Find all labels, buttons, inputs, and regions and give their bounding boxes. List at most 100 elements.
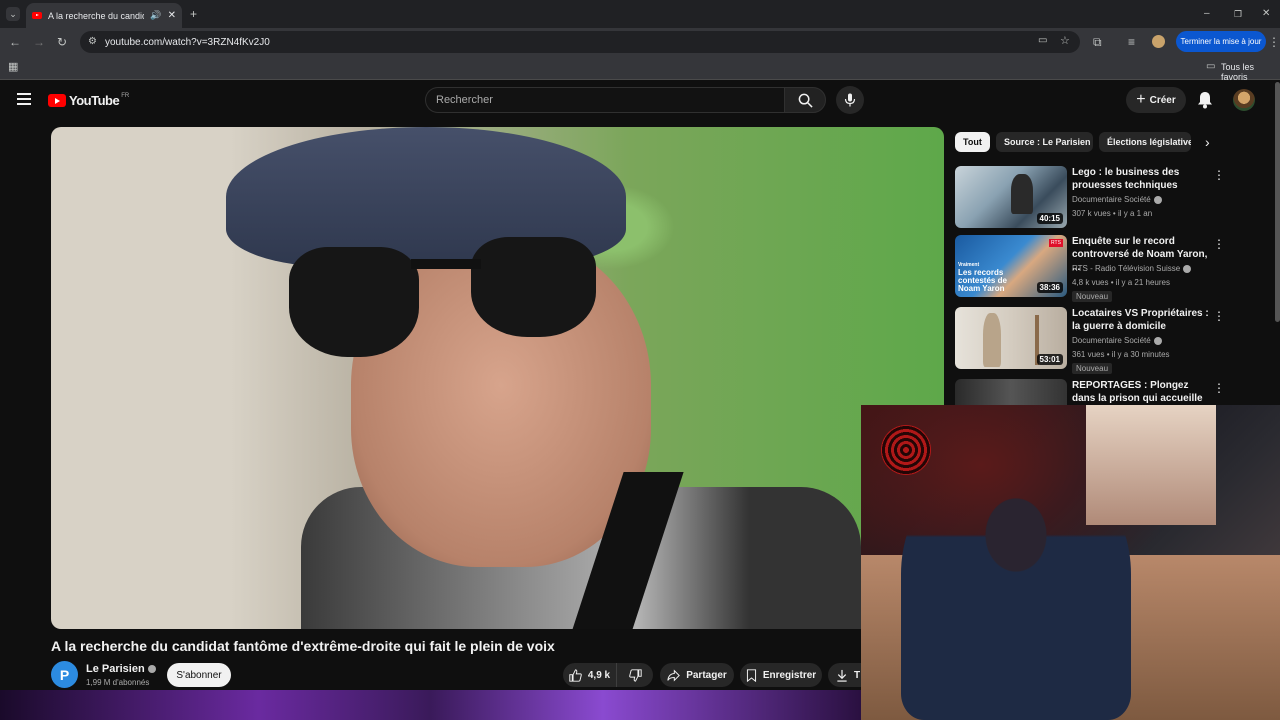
- webcam-overlay: [861, 405, 1280, 720]
- recommendation-channel[interactable]: RTS - Radio Télévision Suisse: [1072, 264, 1192, 273]
- verified-icon: [1183, 264, 1192, 273]
- thumbnail-shape: [983, 313, 1001, 367]
- youtube-logo-text: YouTube: [69, 93, 120, 108]
- recommendation-title[interactable]: Lego : le business des prouesses techniq…: [1072, 166, 1212, 192]
- youtube-logo[interactable]: YouTube FR: [48, 93, 129, 108]
- recommendation-title[interactable]: Locataires VS Propriétaires : la guerre …: [1072, 307, 1212, 333]
- channel-name: Documentaire Société: [1072, 336, 1151, 345]
- extensions-icon[interactable]: ⧉: [1093, 36, 1102, 48]
- thumbnail-text: Les records contestés de Noam Yaron: [958, 268, 1007, 293]
- save-button[interactable]: Enregistrer: [740, 663, 822, 687]
- bookmark-icon: [746, 668, 756, 682]
- media-controls-icon[interactable]: ≡: [1128, 36, 1135, 48]
- search-input[interactable]: Rechercher: [425, 87, 784, 113]
- apps-grid-icon[interactable]: ▦: [8, 61, 18, 73]
- reload-icon[interactable]: ↻: [57, 36, 67, 48]
- video-thumbnail[interactable]: 53:01: [955, 307, 1067, 369]
- window-close-icon[interactable]: ✕: [1262, 8, 1270, 20]
- maximize-icon[interactable]: ❐: [1234, 8, 1242, 20]
- install-app-icon[interactable]: ▭: [1038, 35, 1047, 46]
- bookmark-star-icon[interactable]: ☆: [1060, 34, 1070, 47]
- recommendation-channel[interactable]: Documentaire Société: [1072, 336, 1162, 345]
- recommendation-item[interactable]: REPORTAGES : Plongez dans la prison qui …: [955, 379, 1275, 405]
- minimize-icon[interactable]: –: [1204, 8, 1210, 20]
- youtube-favicon-icon: [32, 12, 42, 19]
- hamburger-menu-icon[interactable]: [17, 93, 31, 105]
- video-thumbnail[interactable]: [955, 379, 1067, 405]
- page-scrollbar[interactable]: [1275, 82, 1280, 322]
- new-badge: Nouveau: [1072, 363, 1113, 374]
- create-button[interactable]: + Créer: [1126, 87, 1186, 113]
- browser-menu-icon[interactable]: ⋮: [1268, 36, 1280, 48]
- bell-icon: [1198, 92, 1212, 109]
- recommendation-item[interactable]: 40:15 Lego : le business des prouesses t…: [955, 166, 1275, 228]
- bookmarks-bar: ▦ ▭ Tous les favoris: [0, 55, 1280, 82]
- channel-avatar-letter: P: [59, 666, 70, 683]
- video-duration: 38:36: [1036, 282, 1063, 293]
- recommendation-channel[interactable]: Documentaire Société: [1072, 195, 1162, 204]
- rts-logo: RTS: [1049, 239, 1063, 247]
- subscribe-button[interactable]: S'abonner: [167, 663, 231, 687]
- search-placeholder: Rechercher: [436, 94, 493, 106]
- chip-all[interactable]: Tout: [955, 132, 990, 152]
- video-thumbnail[interactable]: 40:15: [955, 166, 1067, 228]
- thumbnail-shape: [1011, 174, 1033, 214]
- webcam-scene-shape: [881, 425, 931, 475]
- chip-elections[interactable]: Élections législatives: [1099, 132, 1191, 152]
- site-info-icon[interactable]: ⚙: [88, 36, 97, 47]
- address-bar[interactable]: ⚙ youtube.com/watch?v=3RZN4fKv2J0 ▭ ☆: [80, 31, 1080, 53]
- video-frame-shape: [289, 247, 419, 357]
- new-badge: Nouveau: [1072, 291, 1113, 302]
- subscriber-count: 1,99 M d'abonnés: [86, 678, 150, 687]
- download-button[interactable]: T: [828, 663, 864, 687]
- download-label: T: [854, 669, 861, 681]
- channel-name: RTS - Radio Télévision Suisse: [1072, 264, 1181, 273]
- youtube-header: YouTube FR Rechercher + Créer: [0, 80, 1280, 120]
- folder-icon: ▭: [1206, 61, 1216, 72]
- new-tab-icon[interactable]: +: [190, 8, 197, 20]
- channel-avatar[interactable]: P: [51, 661, 78, 688]
- video-frame-shape: [411, 259, 481, 269]
- microphone-icon: [844, 93, 856, 107]
- region-code: FR: [121, 92, 130, 99]
- notifications-button[interactable]: [1197, 91, 1213, 109]
- webcam-scene-shape: [901, 455, 1131, 720]
- browser-tab-bar: ⌄ A la recherche du candidat 🔊 ✕ + – ❐ ✕: [0, 0, 1280, 28]
- more-options-icon[interactable]: ⋮: [1213, 309, 1225, 323]
- like-button[interactable]: 4,9 k: [563, 663, 617, 687]
- share-button[interactable]: Partager: [660, 663, 734, 687]
- more-options-icon[interactable]: ⋮: [1213, 168, 1225, 182]
- search-icon: [798, 93, 813, 108]
- finish-update-button[interactable]: Terminer la mise à jour: [1176, 31, 1266, 52]
- search-button[interactable]: [784, 87, 826, 113]
- thumbs-down-icon: [628, 668, 642, 682]
- plus-icon: +: [1136, 91, 1146, 108]
- recommendation-meta: 307 k vues • il y a 1 an: [1072, 209, 1153, 218]
- more-options-icon[interactable]: ⋮: [1213, 381, 1225, 395]
- create-label: Créer: [1149, 94, 1176, 106]
- all-bookmarks-link[interactable]: Tous les favoris: [1221, 62, 1280, 82]
- user-avatar[interactable]: [1233, 89, 1255, 111]
- dislike-button[interactable]: [617, 663, 653, 687]
- chip-source-le-parisien[interactable]: Source : Le Parisien: [996, 132, 1093, 152]
- video-thumbnail[interactable]: Vraiment Les records contestés de Noam Y…: [955, 235, 1067, 297]
- verified-icon: [147, 665, 156, 674]
- tab-search-icon[interactable]: ⌄: [6, 7, 20, 21]
- video-player[interactable]: [51, 127, 944, 629]
- chevron-right-icon[interactable]: ›: [1205, 134, 1210, 150]
- voice-search-button[interactable]: [836, 86, 864, 114]
- more-options-icon[interactable]: ⋮: [1213, 237, 1225, 251]
- audio-playing-icon[interactable]: 🔊: [150, 10, 161, 21]
- channel-name-text: Le Parisien: [86, 663, 145, 675]
- recommendation-title[interactable]: REPORTAGES : Plongez dans la prison qui …: [1072, 379, 1212, 405]
- recommendation-item[interactable]: Vraiment Les records contestés de Noam Y…: [955, 235, 1275, 302]
- recommendation-item[interactable]: 53:01 Locataires VS Propriétaires : la g…: [955, 307, 1275, 374]
- forward-icon[interactable]: →: [33, 36, 45, 48]
- browser-tab[interactable]: A la recherche du candidat 🔊 ✕: [26, 3, 182, 28]
- tab-close-icon[interactable]: ✕: [168, 10, 176, 21]
- channel-name-link[interactable]: Le Parisien: [86, 663, 156, 675]
- video-title: A la recherche du candidat fantôme d'ext…: [51, 638, 555, 654]
- url-text: youtube.com/watch?v=3RZN4fKv2J0: [105, 36, 270, 48]
- profile-avatar-icon[interactable]: [1152, 35, 1165, 48]
- back-icon[interactable]: ←: [9, 36, 21, 48]
